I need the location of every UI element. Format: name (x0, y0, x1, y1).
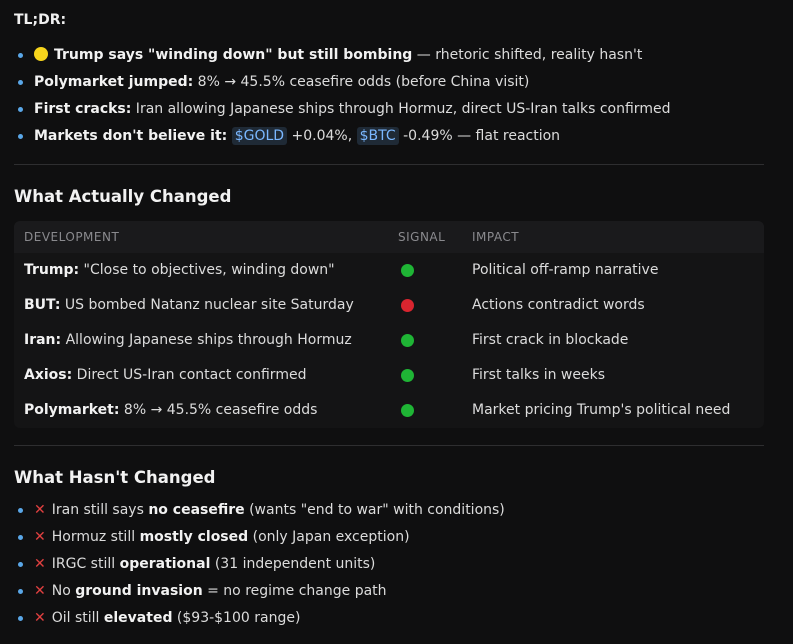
green-circle-icon (401, 369, 414, 382)
column-header-signal: SIGNAL (398, 230, 446, 244)
green-circle-icon (401, 334, 414, 347)
green-circle-icon (401, 264, 414, 277)
divider (14, 445, 764, 446)
table-header: DEVELOPMENT SIGNAL IMPACT (14, 221, 764, 253)
table-row: Axios: Direct US-Iran contact confirmed … (24, 367, 606, 383)
tldr-list: Trump says "winding down" but still bomb… (14, 42, 774, 150)
changes-table: DEVELOPMENT SIGNAL IMPACT Trump: "Close … (14, 221, 764, 428)
list-item: Polymarket jumped: 8% → 45.5% ceasefire … (14, 69, 774, 96)
list-item: ✕ Hormuz still mostly closed (only Japan … (14, 524, 774, 551)
ticker-gold-link[interactable]: $GOLD (231, 127, 288, 145)
table-row: Trump: "Close to objectives, winding dow… (24, 262, 659, 278)
red-circle-icon (401, 299, 414, 312)
cross-icon: ✕ (34, 583, 46, 599)
list-item: ✕ No ground invasion = no regime change p… (14, 578, 774, 605)
ticker-btc-link[interactable]: $BTC (356, 127, 399, 145)
column-header-development: DEVELOPMENT (24, 230, 120, 244)
list-item: ✕ Oil still elevated ($93-$100 range) (14, 605, 774, 632)
divider (14, 164, 764, 165)
unchanged-list: ✕ Iran still says no ceasefire (wants "en… (14, 497, 774, 632)
yellow-circle-icon (34, 47, 48, 61)
list-item: ✕ Iran still says no ceasefire (wants "en… (14, 497, 774, 524)
list-item: First cracks: Iran allowing Japanese shi… (14, 96, 774, 123)
table-row: BUT: US bombed Natanz nuclear site Satur… (24, 297, 645, 313)
column-header-impact: IMPACT (472, 230, 520, 244)
section-heading-changed: What Actually Changed (14, 187, 232, 206)
cross-icon: ✕ (34, 529, 46, 545)
table-row: Iran: Allowing Japanese ships through Ho… (24, 332, 629, 348)
list-item: ✕ IRGC still operational (31 independent … (14, 551, 774, 578)
cross-icon: ✕ (34, 502, 46, 518)
list-item: Markets don't believe it: $GOLD +0.04%, … (14, 123, 774, 150)
list-item: Trump says "winding down" but still bomb… (14, 42, 774, 69)
table-row: Polymarket: 8% → 45.5% ceasefire odds Ma… (24, 402, 731, 418)
green-circle-icon (401, 404, 414, 417)
cross-icon: ✕ (34, 610, 46, 626)
cross-icon: ✕ (34, 556, 46, 572)
tldr-label: TL;DR: (14, 12, 67, 28)
message-content: TL;DR: Trump says "winding down" but sti… (0, 0, 793, 644)
section-heading-unchanged: What Hasn't Changed (14, 468, 216, 487)
